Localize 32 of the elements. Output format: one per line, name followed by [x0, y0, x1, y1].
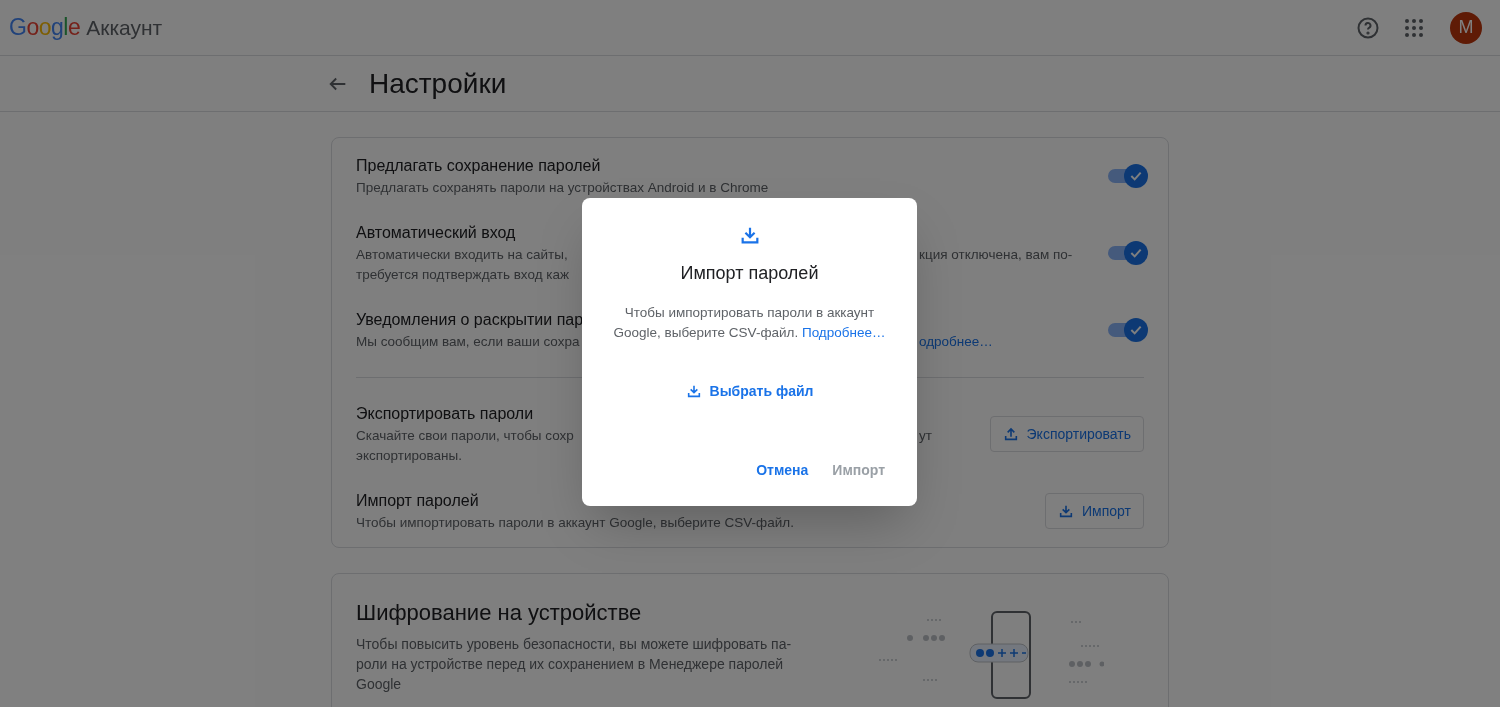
setting-description: Мы сообщим вам, если ваши сохра [356, 333, 580, 351]
help-icon[interactable] [1356, 15, 1380, 40]
download-icon [1058, 503, 1075, 519]
setting-description: экспортированы. [356, 447, 462, 465]
setting-description: ут [919, 427, 932, 445]
setting-description: Скачайте свои пароли, чтобы сохр [356, 427, 574, 445]
setting-description: требуется подтверждать вход каж [356, 266, 570, 284]
upload-icon [1002, 426, 1019, 442]
action-button[interactable]: Импорт [1045, 493, 1144, 529]
setting-description: Автоматически входить на сайты, [356, 246, 568, 264]
setting-title: Предлагать сохранение паролей [356, 156, 601, 176]
google-logo[interactable]: Google [9, 10, 81, 45]
dialog-title: Импорт паролей [680, 262, 819, 285]
setting-description: Предлагать сохранять пароли на устройствах Android и в Chrome [356, 179, 769, 197]
avatar[interactable]: M [1450, 11, 1482, 44]
download-icon [685, 383, 702, 399]
setting-description: кция отключена, вам по- [919, 246, 1073, 264]
learn-more-link[interactable]: Подробнее… [801, 325, 886, 340]
setting-title: Импорт паролей [356, 491, 479, 511]
action-button[interactable]: Экспортировать [989, 416, 1144, 452]
choose-file-button[interactable]: Выбрать файл [677, 373, 822, 409]
setting-title: Экспортировать пароли [356, 404, 534, 424]
setting-description: Чтобы импортировать пароли в аккаунт Google, выберите CSV-файл. [356, 514, 794, 532]
setting-title: Уведомления о раскрытии пар [356, 310, 584, 330]
dialog-button[interactable]: Отмена [748, 452, 817, 488]
card-description: Чтобы повысить уровень безопасности, вы можете шифровать па-роли на устройстве перед их сохранением в Менеджере паролей Google [356, 635, 793, 694]
learn-more-link[interactable]: одробнее… [919, 332, 993, 352]
product-name: Аккаунт [86, 15, 163, 42]
setting-title: Автоматический вход [356, 223, 516, 243]
card-title: Шифрование на устройстве [356, 599, 643, 627]
page-title: Настройки [369, 66, 507, 101]
dialog-description: Чтобы импортировать пароли в аккаунт Google, выберите CSV-файл. Подробнее… [612, 304, 887, 342]
